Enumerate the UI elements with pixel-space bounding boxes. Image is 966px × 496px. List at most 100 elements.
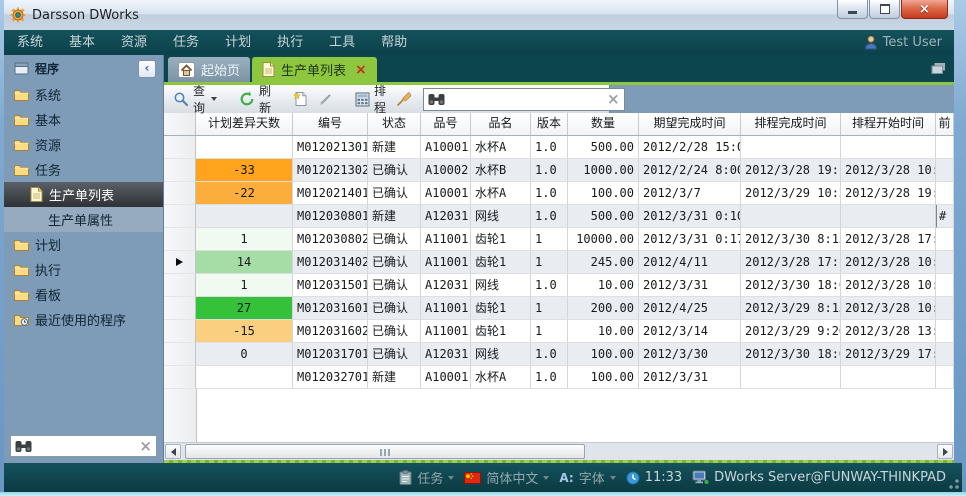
menu-item[interactable]: 任务 xyxy=(160,30,212,55)
table-cell[interactable]: 1.0 xyxy=(531,274,568,297)
table-cell[interactable]: 100.00 xyxy=(568,343,639,366)
column-header[interactable]: 前 xyxy=(936,113,954,135)
row-indicator-cell[interactable] xyxy=(164,136,196,159)
table-row[interactable]: -33M012021302已确认A10002水杯B1.01000.002012/… xyxy=(164,159,954,182)
row-indicator-cell[interactable] xyxy=(164,320,196,343)
table-cell[interactable] xyxy=(936,251,954,274)
table-cell[interactable]: M012032701 xyxy=(293,366,368,389)
table-cell[interactable] xyxy=(936,320,954,343)
float-window-icon[interactable] xyxy=(931,62,946,75)
table-cell[interactable]: 1000.00 xyxy=(568,159,639,182)
table-cell[interactable]: 2012/3/29 10:20 xyxy=(741,182,841,205)
table-cell[interactable]: 2012/3/28 19:10 xyxy=(841,182,936,205)
resize-grip[interactable] xyxy=(949,479,959,489)
plan-diff-cell[interactable]: -33 xyxy=(196,159,293,182)
table-row[interactable]: 1M012030802已确认A11001齿轮1110000.002012/3/3… xyxy=(164,228,954,251)
table-cell[interactable]: 2012/4/11 xyxy=(639,251,741,274)
table-cell[interactable]: 500.00 xyxy=(568,205,639,228)
table-cell[interactable]: 2012/3/14 xyxy=(639,320,741,343)
menu-item[interactable]: 系统 xyxy=(4,30,56,55)
table-cell[interactable] xyxy=(841,205,936,228)
table-row[interactable]: 0M012031701已确认A12031网线1.0100.002012/3/30… xyxy=(164,343,954,366)
table-cell[interactable]: 2012/3/29 8:15 xyxy=(741,297,841,320)
table-cell[interactable]: 齿轮1 xyxy=(471,297,531,320)
row-indicator-cell[interactable] xyxy=(164,343,196,366)
table-cell[interactable]: A10001 xyxy=(421,182,471,205)
menu-item[interactable]: 工具 xyxy=(316,30,368,55)
table-cell[interactable] xyxy=(936,182,954,205)
table-cell[interactable]: 2012/3/28 19:10 xyxy=(741,159,841,182)
table-row[interactable]: 27M012031601已确认A11001齿轮11200.002012/4/25… xyxy=(164,297,954,320)
table-cell[interactable]: 2012/3/30 18:00 xyxy=(741,274,841,297)
column-header[interactable]: 数量 xyxy=(568,113,639,135)
table-cell[interactable]: 1 xyxy=(531,251,568,274)
row-indicator-cell[interactable] xyxy=(164,182,196,205)
table-cell[interactable] xyxy=(741,205,841,228)
close-button[interactable]: × xyxy=(901,0,948,19)
plan-diff-cell[interactable]: 1 xyxy=(196,274,293,297)
table-cell[interactable]: 齿轮1 xyxy=(471,228,531,251)
table-cell[interactable]: 1.0 xyxy=(531,182,568,205)
new-button[interactable] xyxy=(290,89,311,109)
table-cell[interactable] xyxy=(841,136,936,159)
table-cell[interactable] xyxy=(741,136,841,159)
table-row[interactable]: M012030801新建A12031网线1.0500.002012/3/31 0… xyxy=(164,205,954,228)
table-cell[interactable]: 245.00 xyxy=(568,251,639,274)
scrollbar-thumb[interactable] xyxy=(185,444,585,459)
table-cell[interactable]: 1.0 xyxy=(531,205,568,228)
language-menu[interactable]: 简体中文 xyxy=(464,468,549,487)
table-cell[interactable]: 2012/3/31 0:17 xyxy=(639,228,741,251)
table-cell[interactable]: 已确认 xyxy=(368,297,421,320)
table-cell[interactable]: 已确认 xyxy=(368,251,421,274)
table-cell[interactable]: A10001 xyxy=(421,136,471,159)
table-cell[interactable]: 10.00 xyxy=(568,320,639,343)
table-cell[interactable]: 2012/3/28 10:52 xyxy=(841,159,936,182)
task-menu[interactable]: 任务 xyxy=(399,468,454,487)
table-cell[interactable]: 2012/3/28 17:13 xyxy=(741,251,841,274)
sidebar-item[interactable]: 看板 xyxy=(4,282,163,307)
row-indicator-cell[interactable] xyxy=(164,159,196,182)
table-cell[interactable]: 1 xyxy=(531,228,568,251)
sidebar-item[interactable]: 任务 xyxy=(4,157,163,182)
table-cell[interactable] xyxy=(936,136,954,159)
table-cell[interactable]: A11001 xyxy=(421,228,471,251)
sidebar-item[interactable]: 最近使用的程序 xyxy=(4,307,163,332)
menu-item[interactable]: 帮助 xyxy=(368,30,420,55)
table-cell[interactable]: M012031402 xyxy=(293,251,368,274)
table-cell[interactable]: 1 xyxy=(531,297,568,320)
table-cell[interactable]: 2012/3/29 9:20 xyxy=(741,320,841,343)
table-cell[interactable]: 新建 xyxy=(368,205,421,228)
sidebar-item[interactable]: 资源 xyxy=(4,132,163,157)
menu-item[interactable]: 执行 xyxy=(264,30,316,55)
table-cell[interactable]: 网线 xyxy=(471,343,531,366)
sidebar-item[interactable]: 生产单列表 xyxy=(4,182,163,207)
table-cell[interactable]: A12031 xyxy=(421,205,471,228)
plan-diff-cell[interactable] xyxy=(196,205,293,228)
font-menu[interactable]: A: 字体 xyxy=(559,468,615,487)
minimize-button[interactable] xyxy=(837,0,868,19)
column-header[interactable]: 版本 xyxy=(531,113,568,135)
table-cell[interactable]: # xyxy=(936,205,954,228)
sidebar-search-clear-icon[interactable]: × xyxy=(139,439,152,454)
column-header[interactable]: 品号 xyxy=(421,113,471,135)
table-cell[interactable]: 齿轮1 xyxy=(471,251,531,274)
table-cell[interactable]: 2012/3/31 0:10 xyxy=(639,205,741,228)
table-cell[interactable]: 2012/3/28 10:52 xyxy=(841,251,936,274)
tab[interactable]: 起始页 xyxy=(168,57,250,82)
column-header[interactable]: 编号 xyxy=(293,113,368,135)
table-cell[interactable]: 已确认 xyxy=(368,228,421,251)
toolbar-search-input[interactable] xyxy=(449,91,603,107)
horizontal-scrollbar[interactable] xyxy=(164,442,954,460)
plan-diff-cell[interactable]: -22 xyxy=(196,182,293,205)
column-header[interactable]: 品名 xyxy=(471,113,531,135)
sidebar-collapse-button[interactable]: ‹ xyxy=(138,60,156,78)
column-header[interactable]: 状态 xyxy=(368,113,421,135)
sidebar-item[interactable]: 基本 xyxy=(4,107,163,132)
plan-diff-cell[interactable] xyxy=(196,136,293,159)
table-row[interactable]: 14M012031402已确认A11001齿轮11245.002012/4/11… xyxy=(164,251,954,274)
table-cell[interactable]: 500.00 xyxy=(568,136,639,159)
table-row[interactable]: -15M012031602已确认A11001齿轮1110.002012/3/14… xyxy=(164,320,954,343)
table-cell[interactable]: 新建 xyxy=(368,136,421,159)
table-cell[interactable]: 水杯A xyxy=(471,136,531,159)
row-indicator-cell[interactable] xyxy=(164,205,196,228)
